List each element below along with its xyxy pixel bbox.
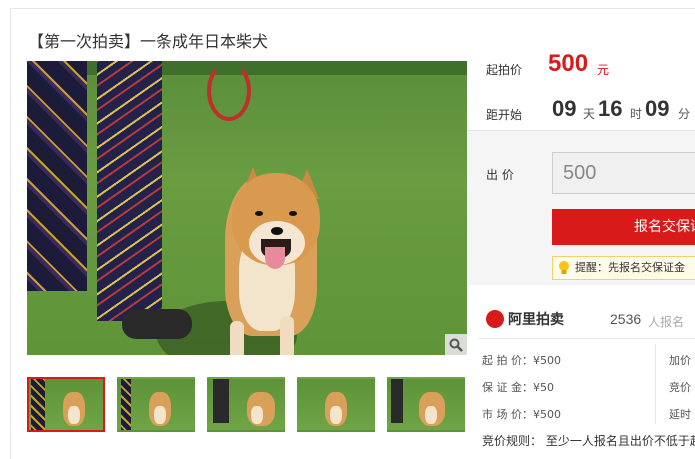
- thumbnail-strip: [27, 377, 465, 432]
- zoom-icon[interactable]: [445, 334, 467, 355]
- divider: [478, 338, 695, 339]
- bid-label: 出 价: [486, 168, 514, 182]
- thumbnail-4[interactable]: [297, 377, 375, 432]
- signup-count-unit: 人报名: [648, 315, 685, 329]
- detail-increment: 加价: [669, 354, 691, 367]
- detail-market-price: 市 场 价：¥500: [482, 408, 561, 421]
- countdown-minutes: 09: [645, 96, 670, 121]
- countdown-minutes-unit: 分: [678, 107, 691, 121]
- signup-deposit-button[interactable]: 报名交保证: [552, 209, 695, 245]
- brand-name: 阿里拍卖: [508, 312, 564, 328]
- detail-delay: 延时: [669, 408, 691, 421]
- divider-vertical: [655, 344, 656, 424]
- start-price-label: 起拍价: [486, 63, 523, 77]
- thumbnail-5[interactable]: [387, 377, 465, 432]
- countdown-hours: 16: [598, 96, 623, 121]
- thumbnail-2[interactable]: [117, 377, 195, 432]
- main-photo[interactable]: [27, 61, 467, 355]
- bid-input[interactable]: 500: [552, 152, 695, 194]
- thumbnail-1[interactable]: [27, 377, 105, 432]
- ali-auction-icon: [486, 310, 504, 328]
- start-price-value: 500: [548, 50, 589, 77]
- detail-cycle: 竞价: [669, 381, 691, 394]
- countdown-days: 09: [552, 96, 577, 121]
- thumbnail-3[interactable]: [207, 377, 285, 432]
- countdown-label: 距开始: [486, 108, 523, 122]
- signup-count: 2536: [610, 311, 642, 327]
- detail-start-price: 起 拍 价：¥500: [482, 354, 561, 367]
- page-title: 【第一次拍卖】一条成年日本柴犬: [28, 32, 269, 51]
- countdown-days-unit: 天: [583, 107, 596, 121]
- deposit-tip: 提醒：先报名交保证金: [552, 256, 695, 280]
- deposit-tip-text: 提醒：先报名交保证金: [575, 261, 685, 274]
- countdown-hours-unit: 时: [630, 107, 643, 121]
- bidding-rules: 竞价规则： 至少一人报名且出价不低于起: [482, 434, 695, 448]
- lightbulb-icon: [559, 261, 569, 274]
- start-price-unit: 元: [597, 63, 610, 77]
- detail-deposit: 保 证 金：¥50: [482, 381, 554, 394]
- ali-auction-logo: 阿里拍卖: [486, 309, 564, 329]
